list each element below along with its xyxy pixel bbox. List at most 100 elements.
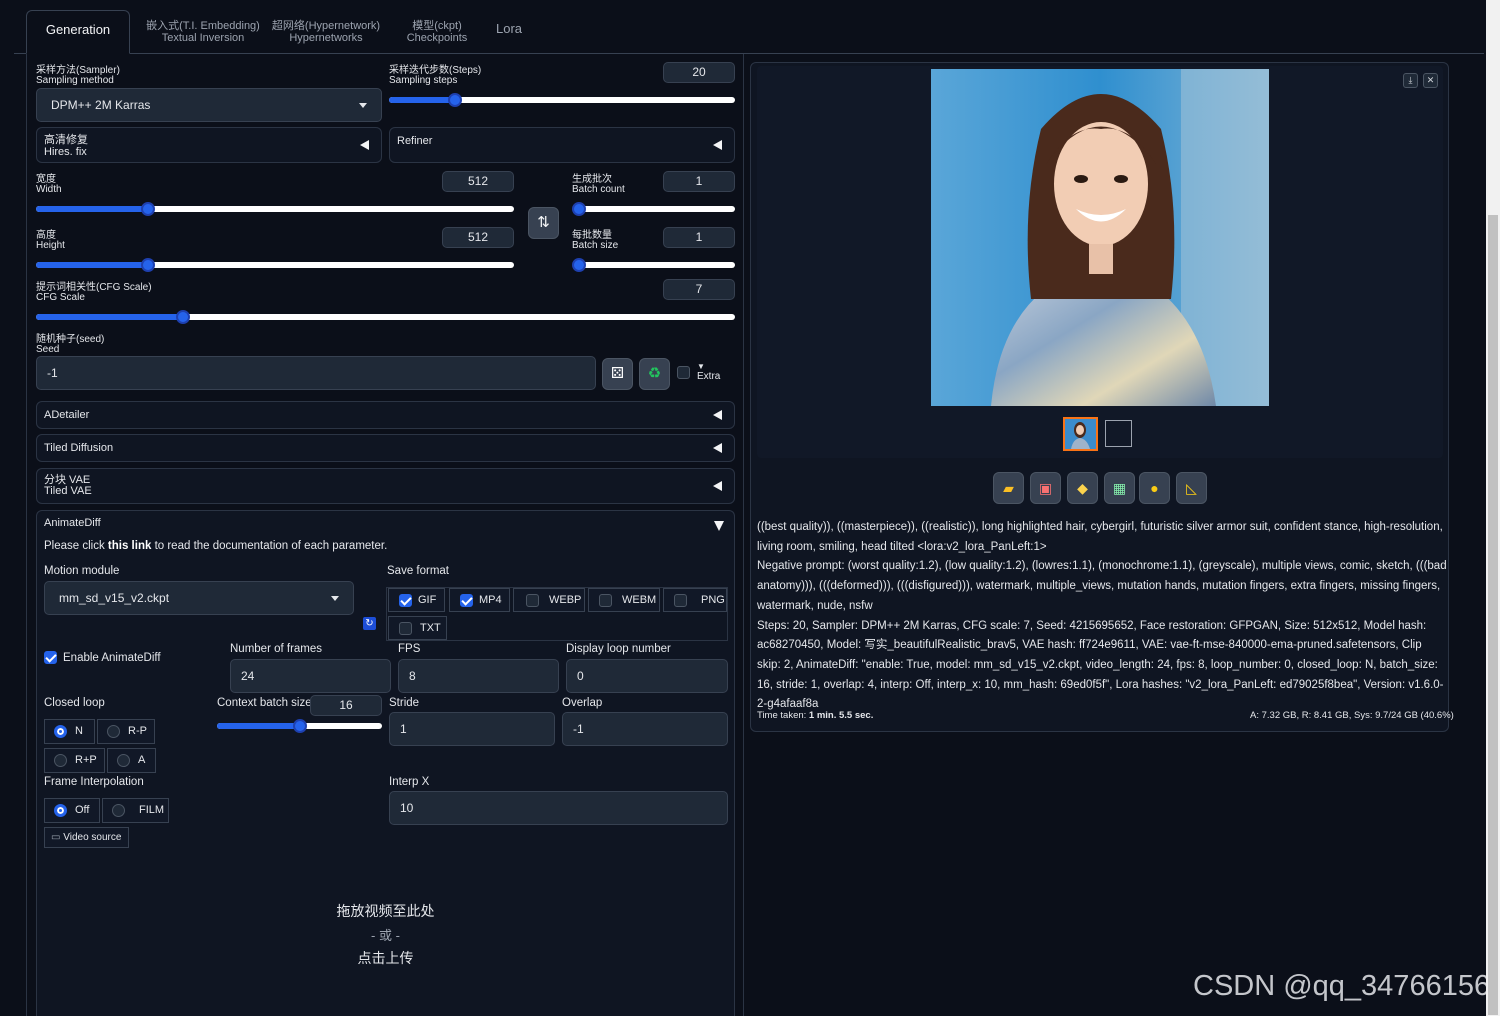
closed-loop-n[interactable]: N xyxy=(44,719,95,744)
format-png[interactable]: PNG xyxy=(663,588,727,612)
format-gif[interactable]: GIF xyxy=(388,588,445,612)
seed-label: 随机种子(seed) Seed xyxy=(36,334,105,355)
refiner-accordion[interactable]: Refiner xyxy=(389,127,735,163)
width-input[interactable]: 512 xyxy=(442,171,514,192)
closed-loop-label: Closed loop xyxy=(44,697,105,709)
gallery-thumbnail[interactable] xyxy=(1063,417,1098,451)
reuse-seed-button[interactable]: ♻ xyxy=(639,358,670,390)
sampler-dropdown[interactable]: DPM++ 2M Karras xyxy=(36,88,382,122)
interp-x-label: Interp X xyxy=(389,776,430,788)
tab-lora[interactable]: Lora xyxy=(486,10,532,54)
zip-icon: ◆ xyxy=(1077,480,1088,496)
video-drop-area[interactable]: 拖放视频至此处 - 或 - 点击上传 xyxy=(36,850,735,1016)
motion-module-label: Motion module xyxy=(44,565,120,577)
video-source-tab[interactable]: ▭ Video source xyxy=(44,827,129,848)
batch-size-slider[interactable] xyxy=(572,258,735,272)
overlap-input[interactable]: -1 xyxy=(562,712,728,746)
chevron-down-icon xyxy=(359,103,367,108)
batch-count-input[interactable]: 1 xyxy=(663,171,735,192)
broken-image-thumbnail[interactable] xyxy=(1105,420,1132,447)
collapse-arrow-icon xyxy=(713,410,722,420)
send-to-img2img-button[interactable]: ▦ xyxy=(1104,472,1135,504)
tab-bar: Generation 嵌入式(T.I. Embedding) Textual In… xyxy=(14,0,1484,54)
closed-loop-rp[interactable]: R-P xyxy=(97,719,155,744)
frame-interp-label: Frame Interpolation xyxy=(44,776,144,788)
batch-size-slider-thumb[interactable] xyxy=(572,258,586,272)
hires-fix-accordion[interactable]: 高清修复 Hires. fix xyxy=(36,127,382,163)
cfg-slider-thumb[interactable] xyxy=(175,310,190,324)
cfg-slider[interactable] xyxy=(36,310,735,324)
steps-slider-thumb[interactable] xyxy=(447,93,462,107)
random-seed-button[interactable]: ⚄ xyxy=(602,358,633,390)
cfg-label: 提示词相关性(CFG Scale) CFG Scale xyxy=(36,282,152,303)
collapse-arrow-icon xyxy=(713,140,722,150)
stride-input[interactable]: 1 xyxy=(389,712,555,746)
save-button[interactable]: ▣ xyxy=(1030,472,1061,504)
send-to-inpaint-button[interactable]: ● xyxy=(1139,472,1170,504)
cfg-input[interactable]: 7 xyxy=(663,279,735,300)
steps-input[interactable]: 20 xyxy=(663,62,735,83)
image-icon: ▦ xyxy=(1112,480,1127,496)
refresh-icon[interactable]: ↻ xyxy=(363,617,376,630)
collapse-arrow-icon xyxy=(713,481,722,491)
extra-toggle[interactable]: ▼ Extra xyxy=(697,362,720,382)
interp-off[interactable]: Off xyxy=(44,798,100,823)
context-batch-slider-thumb[interactable] xyxy=(292,719,307,733)
batch-size-input[interactable]: 1 xyxy=(663,227,735,248)
tab-hypernetworks[interactable]: 超网络(Hypernetwork) Hypernetworks xyxy=(266,10,386,54)
format-webm[interactable]: WEBM xyxy=(588,588,660,612)
swap-dimensions-button[interactable]: ⇅ xyxy=(528,207,559,239)
video-icon: ▭ xyxy=(51,832,61,843)
adetailer-accordion[interactable]: ADetailer xyxy=(36,401,735,429)
close-icon[interactable]: ✕ xyxy=(1423,73,1438,88)
expand-arrow-icon[interactable] xyxy=(714,521,724,531)
loop-number-input[interactable]: 0 xyxy=(566,659,728,693)
height-slider[interactable] xyxy=(36,258,514,272)
context-batch-input[interactable]: 16 xyxy=(310,695,382,716)
animatediff-title[interactable]: AnimateDiff xyxy=(44,517,101,529)
tab-generation[interactable]: Generation xyxy=(26,10,130,54)
send-to-extras-button[interactable]: ◺ xyxy=(1176,472,1207,504)
download-icon[interactable]: ⤓ xyxy=(1403,73,1418,88)
extra-checkbox[interactable] xyxy=(677,366,690,379)
motion-module-dropdown[interactable]: mm_sd_v15_v2.ckpt xyxy=(44,581,354,615)
scrollbar-thumb[interactable] xyxy=(1488,215,1498,1015)
context-batch-slider[interactable] xyxy=(217,719,382,733)
interp-film[interactable]: FILM xyxy=(102,798,169,823)
page-scrollbar[interactable] xyxy=(1486,0,1500,1016)
save-icon: ▣ xyxy=(1038,480,1053,496)
steps-slider[interactable] xyxy=(389,93,735,107)
prompt-text: ((best quality)), ((masterpiece)), ((rea… xyxy=(757,521,1443,553)
format-webp[interactable]: WEBP xyxy=(513,588,585,612)
doc-link[interactable]: this link xyxy=(108,540,151,552)
interp-x-input[interactable]: 10 xyxy=(389,791,728,825)
animatediff-doc-text: Please click this link to read the docum… xyxy=(44,540,388,552)
overlap-label: Overlap xyxy=(562,697,603,709)
closed-loop-rpp[interactable]: R+P xyxy=(44,748,105,773)
seed-input[interactable]: -1 xyxy=(36,356,596,390)
ruler-icon: ◺ xyxy=(1186,480,1197,496)
format-txt[interactable]: TXT xyxy=(388,616,447,640)
format-mp4[interactable]: MP4 xyxy=(449,588,510,612)
enable-animatediff-checkbox[interactable]: Enable AnimateDiff xyxy=(44,651,161,664)
frames-label: Number of frames xyxy=(230,643,323,655)
batch-count-label: 生成批次 Batch count xyxy=(572,174,625,195)
tiled-vae-accordion[interactable]: 分块 VAE Tiled VAE xyxy=(36,468,735,504)
chevron-down-icon xyxy=(331,596,339,601)
batch-count-slider[interactable] xyxy=(572,202,735,216)
frames-input[interactable]: 24 xyxy=(230,659,391,693)
open-folder-button[interactable]: ▰ xyxy=(993,472,1024,504)
batch-count-slider-thumb[interactable] xyxy=(572,202,586,216)
height-input[interactable]: 512 xyxy=(442,227,514,248)
dice-icon: ⚄ xyxy=(610,365,625,382)
zip-button[interactable]: ◆ xyxy=(1067,472,1098,504)
generated-image[interactable] xyxy=(931,69,1269,406)
tab-textual-inversion[interactable]: 嵌入式(T.I. Embedding) Textual Inversion xyxy=(130,10,276,54)
closed-loop-a[interactable]: A xyxy=(107,748,156,773)
tiled-diffusion-accordion[interactable]: Tiled Diffusion xyxy=(36,434,735,462)
width-slider[interactable] xyxy=(36,202,514,216)
width-label: 宽度 Width xyxy=(36,174,62,195)
tab-checkpoints[interactable]: 模型(ckpt) Checkpoints xyxy=(396,10,478,54)
batch-size-label: 每批数量 Batch size xyxy=(572,230,619,251)
fps-input[interactable]: 8 xyxy=(398,659,559,693)
